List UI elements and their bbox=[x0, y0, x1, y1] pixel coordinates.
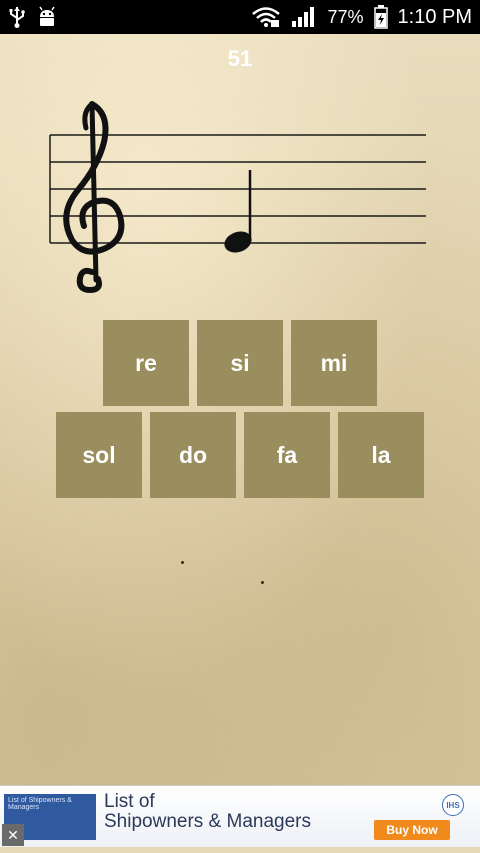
answer-button-mi[interactable]: mi bbox=[291, 320, 377, 406]
answer-button-sol[interactable]: sol bbox=[56, 412, 142, 498]
status-right: 77% 1:10 PM bbox=[251, 5, 472, 29]
android-debug-icon bbox=[36, 6, 58, 28]
answer-button-do[interactable]: do bbox=[150, 412, 236, 498]
ad-banner[interactable]: List of Shipowners & Managers List of Sh… bbox=[0, 785, 480, 847]
ad-buy-now-button[interactable]: Buy Now bbox=[374, 820, 450, 840]
status-left bbox=[8, 6, 58, 28]
battery-charging-icon bbox=[373, 5, 388, 29]
answer-row-1: re si mi bbox=[0, 320, 480, 406]
parchment-speck bbox=[181, 561, 184, 564]
status-bar: 77% 1:10 PM bbox=[0, 0, 480, 34]
ad-title-line-1: List of bbox=[104, 791, 155, 812]
answer-button-re[interactable]: re bbox=[103, 320, 189, 406]
answer-button-la[interactable]: la bbox=[338, 412, 424, 498]
staff-lines bbox=[49, 134, 426, 244]
music-staff bbox=[49, 101, 426, 294]
answer-row-2: sol do fa la bbox=[0, 412, 480, 498]
parchment-speck bbox=[261, 581, 264, 584]
treble-clef-icon bbox=[63, 101, 125, 294]
usb-icon bbox=[8, 6, 26, 28]
answer-grid: re si mi sol do fa la bbox=[0, 320, 480, 504]
answer-button-fa[interactable]: fa bbox=[244, 412, 330, 498]
answer-button-si[interactable]: si bbox=[197, 320, 283, 406]
cellular-signal-icon bbox=[291, 6, 317, 28]
quarter-note-icon bbox=[224, 170, 252, 253]
wifi-icon bbox=[251, 6, 281, 28]
ad-brand-badge: IHS bbox=[442, 794, 464, 816]
ad-title[interactable]: List of Shipowners & Managers bbox=[104, 792, 311, 832]
ad-title-line-2: Shipowners & Managers bbox=[104, 811, 311, 832]
battery-percent: 77% bbox=[327, 6, 364, 27]
game-screen: 51 re si mi sol do fa la bbox=[0, 34, 480, 785]
ad-close-icon[interactable]: ✕ bbox=[2, 824, 24, 846]
clock: 1:10 PM bbox=[397, 5, 472, 28]
score-counter: 51 bbox=[227, 46, 253, 71]
